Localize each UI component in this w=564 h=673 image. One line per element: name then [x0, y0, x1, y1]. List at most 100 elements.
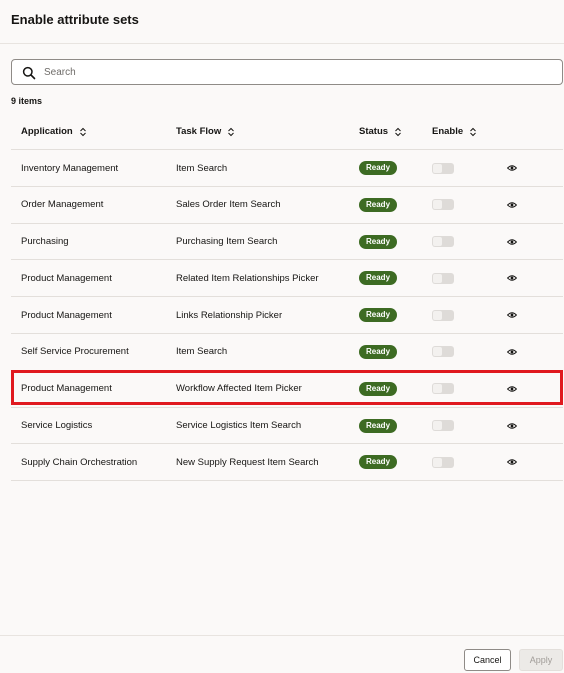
- enable-toggle[interactable]: [432, 199, 454, 211]
- table-row[interactable]: Product Management Related Item Relations…: [11, 260, 563, 298]
- application-cell: Self Service Procurement: [21, 346, 129, 358]
- sort-icon: [228, 127, 235, 136]
- toggle-knob: [433, 237, 442, 247]
- enable-toggle[interactable]: [432, 346, 454, 358]
- application-cell: Inventory Management: [21, 162, 119, 174]
- enable-toggle[interactable]: [432, 309, 454, 321]
- enable-cell: [432, 408, 454, 444]
- dialog-title: Enable attribute sets: [11, 12, 139, 27]
- toggle-knob: [433, 163, 442, 173]
- application-cell: Purchasing: [21, 236, 69, 248]
- view-cell: [507, 444, 517, 480]
- status-badge: Ready: [359, 381, 398, 396]
- application-cell: Order Management: [21, 199, 104, 211]
- eye-icon[interactable]: [507, 458, 517, 466]
- table-row[interactable]: Self Service Procurement Item Search Ready: [11, 334, 563, 371]
- table-row[interactable]: Service Logistics Service Logistics Item …: [11, 408, 563, 445]
- status-badge: Ready: [359, 418, 398, 433]
- task-flow-cell: Service Logistics Item Search: [176, 420, 302, 432]
- status-cell: Ready: [359, 371, 398, 407]
- item-count: 9 items: [11, 96, 43, 106]
- toggle-knob: [433, 421, 442, 431]
- search-field[interactable]: [11, 59, 563, 85]
- view-cell: [507, 187, 517, 223]
- eye-icon[interactable]: [507, 164, 517, 172]
- application-cell: Product Management: [21, 272, 112, 284]
- column-header-status[interactable]: Status: [359, 126, 402, 137]
- column-header-label: Status: [359, 126, 389, 137]
- task-flow-cell: Purchasing Item Search: [176, 236, 278, 248]
- enable-cell: [432, 187, 454, 223]
- sort-icon: [79, 127, 86, 136]
- eye-icon[interactable]: [507, 238, 517, 246]
- eye-icon[interactable]: [507, 201, 517, 209]
- table-row[interactable]: Product Management Links Relationship Pic…: [11, 297, 563, 334]
- status-badge: Ready: [359, 344, 398, 359]
- application-cell: Product Management: [21, 309, 112, 321]
- enable-cell: [432, 444, 454, 480]
- status-badge: Ready: [359, 271, 398, 286]
- task-flow-cell: Links Relationship Picker: [176, 309, 283, 321]
- status-cell: Ready: [359, 408, 398, 444]
- table-row[interactable]: Order Management Sales Order Item Search R…: [11, 187, 563, 224]
- search-icon: [22, 66, 36, 80]
- column-header-task-flow[interactable]: Task Flow: [176, 126, 235, 137]
- task-flow-cell: Workflow Affected Item Picker: [176, 383, 302, 395]
- table-row[interactable]: Product Management Workflow Affected Item…: [11, 371, 563, 408]
- status-cell: Ready: [359, 444, 398, 480]
- status-cell: Ready: [359, 150, 398, 186]
- task-flow-cell: New Supply Request Item Search: [176, 456, 319, 468]
- search-input[interactable]: [44, 63, 544, 81]
- status-badge: Ready: [359, 197, 398, 212]
- sort-icon: [470, 127, 477, 136]
- eye-icon[interactable]: [507, 348, 517, 356]
- enable-cell: [432, 260, 454, 296]
- view-cell: [507, 371, 517, 407]
- enable-toggle[interactable]: [432, 456, 454, 468]
- view-cell: [507, 260, 517, 296]
- eye-icon[interactable]: [507, 422, 517, 430]
- eye-icon[interactable]: [507, 385, 517, 393]
- enable-cell: [432, 224, 454, 260]
- table-row[interactable]: Supply Chain Orchestration New Supply Req…: [11, 444, 563, 482]
- enable-toggle[interactable]: [432, 383, 454, 395]
- enable-toggle[interactable]: [432, 272, 454, 284]
- status-badge: Ready: [359, 234, 398, 249]
- eye-icon[interactable]: [507, 274, 517, 282]
- toggle-knob: [433, 310, 442, 320]
- apply-button[interactable]: Apply: [519, 649, 563, 671]
- status-cell: Ready: [359, 224, 398, 260]
- dialog-footer: Cancel Apply: [0, 635, 564, 673]
- status-cell: Ready: [359, 260, 398, 296]
- view-cell: [507, 408, 517, 444]
- enable-cell: [432, 371, 454, 407]
- cancel-button[interactable]: Cancel: [464, 649, 511, 671]
- table-row[interactable]: Inventory Management Item Search Ready: [11, 150, 563, 187]
- table-body: Inventory Management Item Search Ready Orde…: [11, 150, 563, 482]
- view-cell: [507, 150, 517, 186]
- enable-toggle[interactable]: [432, 236, 454, 248]
- view-cell: [507, 334, 517, 370]
- application-cell: Supply Chain Orchestration: [21, 456, 138, 468]
- column-header-enable[interactable]: Enable: [432, 126, 477, 137]
- enable-toggle[interactable]: [432, 162, 454, 174]
- status-badge: Ready: [359, 161, 398, 175]
- status-cell: Ready: [359, 187, 398, 223]
- enable-toggle[interactable]: [432, 420, 454, 432]
- status-cell: Ready: [359, 297, 398, 333]
- status-badge: Ready: [359, 455, 398, 470]
- column-header-application[interactable]: Application: [21, 126, 87, 137]
- task-flow-cell: Related Item Relationships Picker: [176, 272, 319, 284]
- application-cell: Product Management: [21, 383, 112, 395]
- status-cell: Ready: [359, 334, 398, 370]
- toggle-knob: [433, 200, 442, 210]
- eye-icon[interactable]: [507, 311, 517, 319]
- table-row[interactable]: Purchasing Purchasing Item Search Ready: [11, 224, 563, 261]
- table-header: Application Task Flow Status Enable: [11, 113, 563, 150]
- toggle-knob: [433, 273, 442, 283]
- enable-cell: [432, 150, 454, 186]
- task-flow-cell: Item Search: [176, 346, 228, 358]
- toggle-knob: [433, 347, 442, 357]
- sort-icon: [395, 127, 401, 136]
- column-header-label: Task Flow: [176, 126, 222, 137]
